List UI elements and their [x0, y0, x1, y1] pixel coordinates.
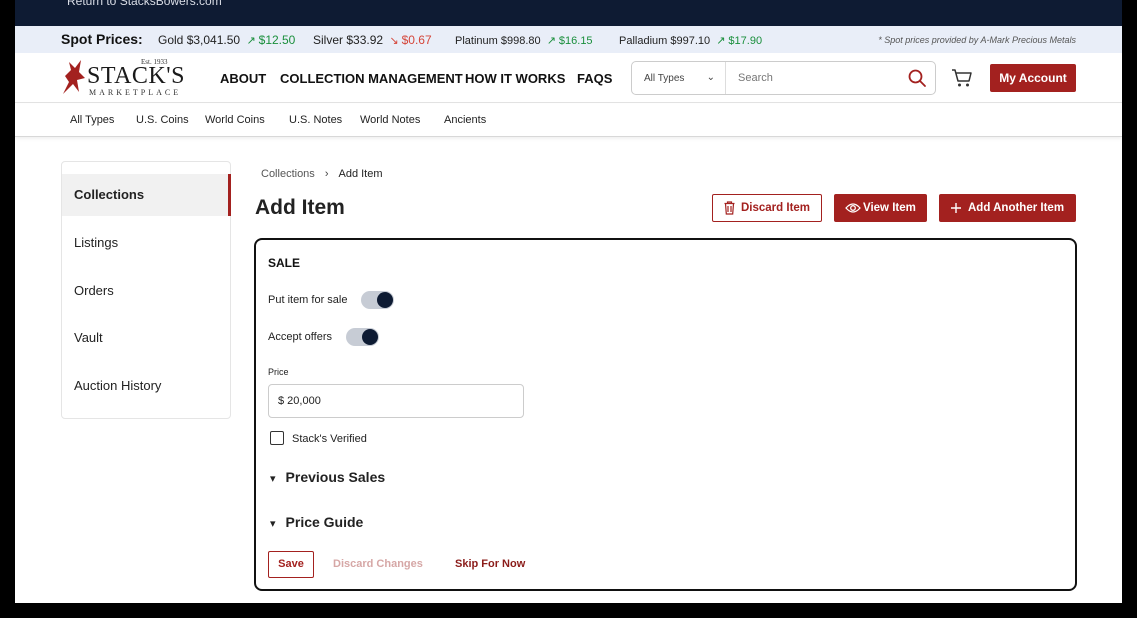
breadcrumb: Collections › Add Item — [261, 168, 383, 180]
spot-silver-change: $0.67 — [401, 33, 432, 47]
trash-icon — [724, 201, 735, 215]
search-icon[interactable] — [907, 68, 927, 88]
spot-palladium-metal: Palladium — [619, 35, 668, 47]
arrow-up-icon: ↗ — [246, 35, 256, 47]
price-guide-toggle[interactable]: ▾ Price Guide — [270, 514, 363, 530]
discard-item-label: Discard Item — [741, 202, 811, 214]
top-bar: Return to StacksBowers.com — [15, 0, 1122, 26]
spot-platinum-price: $998.80 — [500, 35, 541, 47]
put-for-sale-label: Put item for sale — [268, 294, 348, 306]
price-label: Price — [268, 367, 289, 377]
previous-sales-label: Previous Sales — [285, 469, 386, 485]
spot-gold: Gold $3,041.50 ↗ $12.50 — [158, 33, 295, 47]
breadcrumb-current: Add Item — [338, 168, 383, 180]
search-type-value: All Types — [644, 73, 685, 84]
breadcrumb-collections[interactable]: Collections — [261, 168, 315, 180]
accept-offers-label: Accept offers — [268, 331, 332, 343]
sale-heading: SALE — [268, 256, 301, 270]
page: Spot Prices: Gold $3,041.50 ↗ $12.50 Silv… — [15, 26, 1122, 603]
plus-icon — [951, 203, 961, 213]
page-title: Add Item — [255, 196, 345, 219]
griffin-icon — [63, 60, 85, 94]
subnav-us-notes[interactable]: U.S. Notes — [289, 114, 342, 126]
search-input[interactable]: Search — [738, 72, 773, 84]
discard-item-button[interactable]: Discard Item — [712, 194, 822, 222]
site-header: Est. 1933 STACK'S MARKETPLACE ABOUT COLL… — [15, 53, 1122, 103]
account-sidebar: Collections Listings Orders Vault Auctio… — [61, 161, 231, 419]
spot-platinum-change: $16.15 — [558, 35, 593, 47]
my-account-button[interactable]: My Account — [990, 64, 1076, 92]
subnav-world-coins[interactable]: World Coins — [205, 114, 265, 126]
sidebar-item-vault[interactable]: Vault — [62, 317, 231, 359]
sale-card: SALE Put item for sale Accept offers Pri… — [254, 238, 1077, 591]
add-another-item-button[interactable]: Add Another Item — [939, 194, 1076, 222]
nav-about[interactable]: ABOUT — [220, 71, 266, 86]
search-type-select[interactable]: All Types ⌄ — [632, 62, 726, 94]
put-for-sale-toggle[interactable] — [361, 291, 394, 309]
toggle-knob — [362, 329, 378, 345]
spot-palladium-price: $997.10 — [670, 35, 711, 47]
chevron-down-icon: ▾ — [270, 518, 276, 530]
subnav-all-types[interactable]: All Types — [70, 114, 114, 126]
add-another-item-label: Add Another Item — [968, 202, 1065, 214]
sidebar-item-collections[interactable]: Collections — [62, 174, 231, 216]
toggle-knob — [377, 292, 393, 308]
nav-how-it-works[interactable]: HOW IT WORKS — [465, 71, 565, 86]
chevron-down-icon: ▾ — [270, 473, 276, 485]
spot-silver-metal: Silver — [313, 33, 344, 47]
search-bar: All Types ⌄ Search — [631, 61, 936, 95]
stacks-logo[interactable]: Est. 1933 STACK'S MARKETPLACE — [59, 58, 189, 98]
return-link[interactable]: Return to StacksBowers.com — [67, 0, 222, 8]
sidebar-item-listings[interactable]: Listings — [62, 222, 231, 264]
nav-collection-management[interactable]: COLLECTION MANAGEMENT — [280, 71, 463, 86]
stacks-verified-checkbox[interactable] — [270, 431, 284, 445]
spot-platinum-metal: Platinum — [455, 35, 498, 47]
logo-name: STACK'S — [87, 63, 185, 89]
nav-faqs[interactable]: FAQS — [577, 71, 612, 86]
arrow-down-icon: ↘ — [389, 35, 399, 47]
discard-changes-button[interactable]: Discard Changes — [333, 558, 423, 570]
cart-icon[interactable] — [950, 67, 974, 89]
sidebar-item-auction-history[interactable]: Auction History — [62, 365, 231, 407]
logo-marketplace: MARKETPLACE — [89, 88, 182, 97]
view-item-button[interactable]: View Item — [834, 194, 927, 222]
arrow-up-icon: ↗ — [546, 35, 556, 47]
subnav-ancients[interactable]: Ancients — [444, 114, 486, 126]
stacks-verified-label: Stack's Verified — [292, 433, 367, 445]
price-guide-label: Price Guide — [285, 514, 364, 530]
view-item-label: View Item — [863, 202, 916, 214]
spot-gold-metal: Gold — [158, 33, 184, 47]
spot-platinum: Platinum $998.80 ↗ $16.15 — [455, 34, 593, 47]
spot-prices-bar: Spot Prices: Gold $3,041.50 ↗ $12.50 Silv… — [15, 26, 1122, 53]
arrow-up-icon: ↗ — [716, 35, 726, 47]
spot-gold-price: $3,041.50 — [186, 33, 241, 47]
save-button[interactable]: Save — [268, 551, 314, 578]
spot-silver-price: $33.92 — [346, 33, 384, 47]
spot-gold-change: $12.50 — [258, 33, 296, 47]
previous-sales-toggle[interactable]: ▾ Previous Sales — [270, 469, 385, 485]
chevron-down-icon: ⌄ — [706, 72, 715, 83]
chevron-right-icon: › — [324, 168, 329, 180]
spot-palladium: Palladium $997.10 ↗ $17.90 — [619, 34, 762, 47]
skip-for-now-button[interactable]: Skip For Now — [455, 558, 525, 570]
sidebar-item-orders[interactable]: Orders — [62, 270, 231, 312]
category-subnav: All Types U.S. Coins World Coins U.S. No… — [15, 104, 1122, 137]
spot-silver: Silver $33.92 ↘ $0.67 — [313, 33, 432, 47]
price-input[interactable]: $ 20,000 — [268, 384, 524, 418]
spot-palladium-change: $17.90 — [728, 35, 763, 47]
subnav-us-coins[interactable]: U.S. Coins — [136, 114, 189, 126]
subnav-world-notes[interactable]: World Notes — [360, 114, 420, 126]
spot-prices-label: Spot Prices: — [61, 31, 143, 47]
spot-prices-note: * Spot prices provided by A-Mark Preciou… — [878, 35, 1076, 45]
eye-icon — [845, 203, 861, 213]
accept-offers-toggle[interactable] — [346, 328, 379, 346]
